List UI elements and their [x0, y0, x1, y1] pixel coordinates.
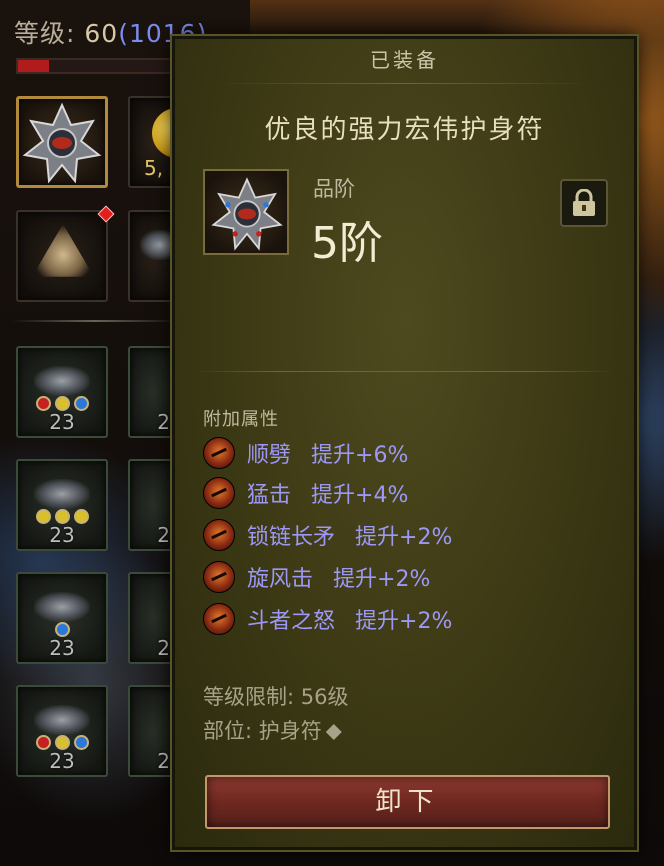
divider [12, 320, 178, 322]
gem-socket [73, 396, 89, 411]
amulet-icon [22, 102, 102, 184]
equip-slot-label: 部位: 护身符 [203, 719, 322, 743]
sweep-skill-icon [203, 437, 235, 469]
ring-icon [34, 592, 90, 622]
amulet-slot[interactable] [16, 96, 108, 188]
item-level: 2 [157, 523, 170, 547]
divider [215, 83, 594, 84]
level-requirement: 等级限制: 56级 [203, 685, 349, 709]
emblem-icon [32, 224, 94, 277]
item-level: 2 [157, 410, 170, 434]
attribute-row: 顺劈 提升+6% [203, 437, 408, 469]
xp-bar [16, 58, 176, 74]
frenzy-skill-icon [203, 477, 235, 509]
attribute-bonus: 提升+6% [311, 443, 409, 468]
item-name: 优良的强力宏伟护身符 [264, 115, 545, 145]
attribute-bonus: 提升+2% [355, 525, 453, 550]
gem-socket [73, 509, 89, 524]
relic-slot[interactable] [128, 210, 180, 302]
attribute-row: 锁链长矛 提升+2% [203, 519, 452, 551]
gear-slot-partial[interactable]: 2 [128, 346, 178, 438]
attribute-bonus: 提升+2% [333, 567, 431, 592]
item-level: 2 [157, 749, 170, 773]
attribute-row: 旋风击 提升+2% [203, 561, 430, 593]
gear-slot-bracer[interactable]: 23 [16, 685, 108, 777]
gem-socket [54, 735, 70, 750]
gear-slot-chest[interactable]: 23 [16, 459, 108, 551]
equip-slot-info: 部位: 护身符 [203, 715, 342, 745]
gear-slot-partial[interactable]: 2 [128, 572, 178, 664]
attributes-heading: 附加属性 [203, 409, 279, 430]
gear-slot-ring[interactable]: 23 [16, 572, 108, 664]
item-level: 23 [49, 523, 75, 547]
attribute-bonus: 提升+2% [355, 609, 453, 634]
chain-spear-skill-icon [203, 519, 235, 551]
item-level: 23 [49, 749, 75, 773]
gem-socket [54, 396, 70, 411]
lock-icon [573, 189, 595, 216]
amulet-icon [211, 177, 283, 251]
gem-socket [35, 396, 51, 411]
xp-bar-fill [18, 60, 50, 72]
panel-header: 已装备 [370, 48, 439, 72]
attribute-name: 斗者之怒 [247, 609, 336, 634]
attribute-name: 旋风击 [247, 567, 314, 592]
attribute-row: 斗者之怒 提升+2% [203, 603, 452, 635]
attribute-name: 锁链长矛 [247, 525, 336, 550]
bracer-icon [34, 705, 90, 735]
chest-armor-icon [34, 479, 90, 509]
gem-socket [35, 735, 51, 750]
grade-value: 5阶 [311, 218, 383, 269]
background-decoration [250, 0, 664, 40]
unequip-button[interactable]: 卸下 [205, 775, 610, 829]
gem-socket [35, 509, 51, 524]
divider [193, 371, 616, 372]
item-level: 23 [49, 636, 75, 660]
item-icon-frame [203, 169, 289, 255]
fighter-rage-skill-icon [203, 603, 235, 635]
gear-slot-partial[interactable]: 2 [128, 459, 178, 551]
gem-socket [54, 509, 70, 524]
emblem-slot[interactable] [16, 205, 115, 302]
gem-socket [54, 622, 70, 637]
gold-slot[interactable]: 5, [128, 96, 178, 188]
item-level: 23 [49, 410, 75, 434]
gear-slot-partial[interactable]: 2 [128, 685, 178, 777]
helmet-icon [34, 366, 90, 396]
whirlwind-skill-icon [203, 561, 235, 593]
attribute-name: 猛击 [247, 483, 292, 508]
lock-button[interactable] [560, 179, 608, 227]
item-tooltip-panel: 已装备 优良的强力宏伟护身符 品阶 5阶 附加属性 顺劈 提升+6% 猛击 提升… [172, 36, 637, 850]
gem-socket [73, 735, 89, 750]
rune-icon [325, 724, 342, 740]
gear-slot-helmet[interactable]: 23 [16, 346, 108, 438]
attribute-bonus: 提升+4% [311, 483, 409, 508]
gold-count: 5, [144, 156, 164, 180]
item-level: 2 [157, 636, 170, 660]
grade-label: 品阶 [313, 177, 355, 201]
attribute-name: 顺劈 [247, 443, 292, 468]
attribute-row: 猛击 提升+4% [203, 477, 408, 509]
